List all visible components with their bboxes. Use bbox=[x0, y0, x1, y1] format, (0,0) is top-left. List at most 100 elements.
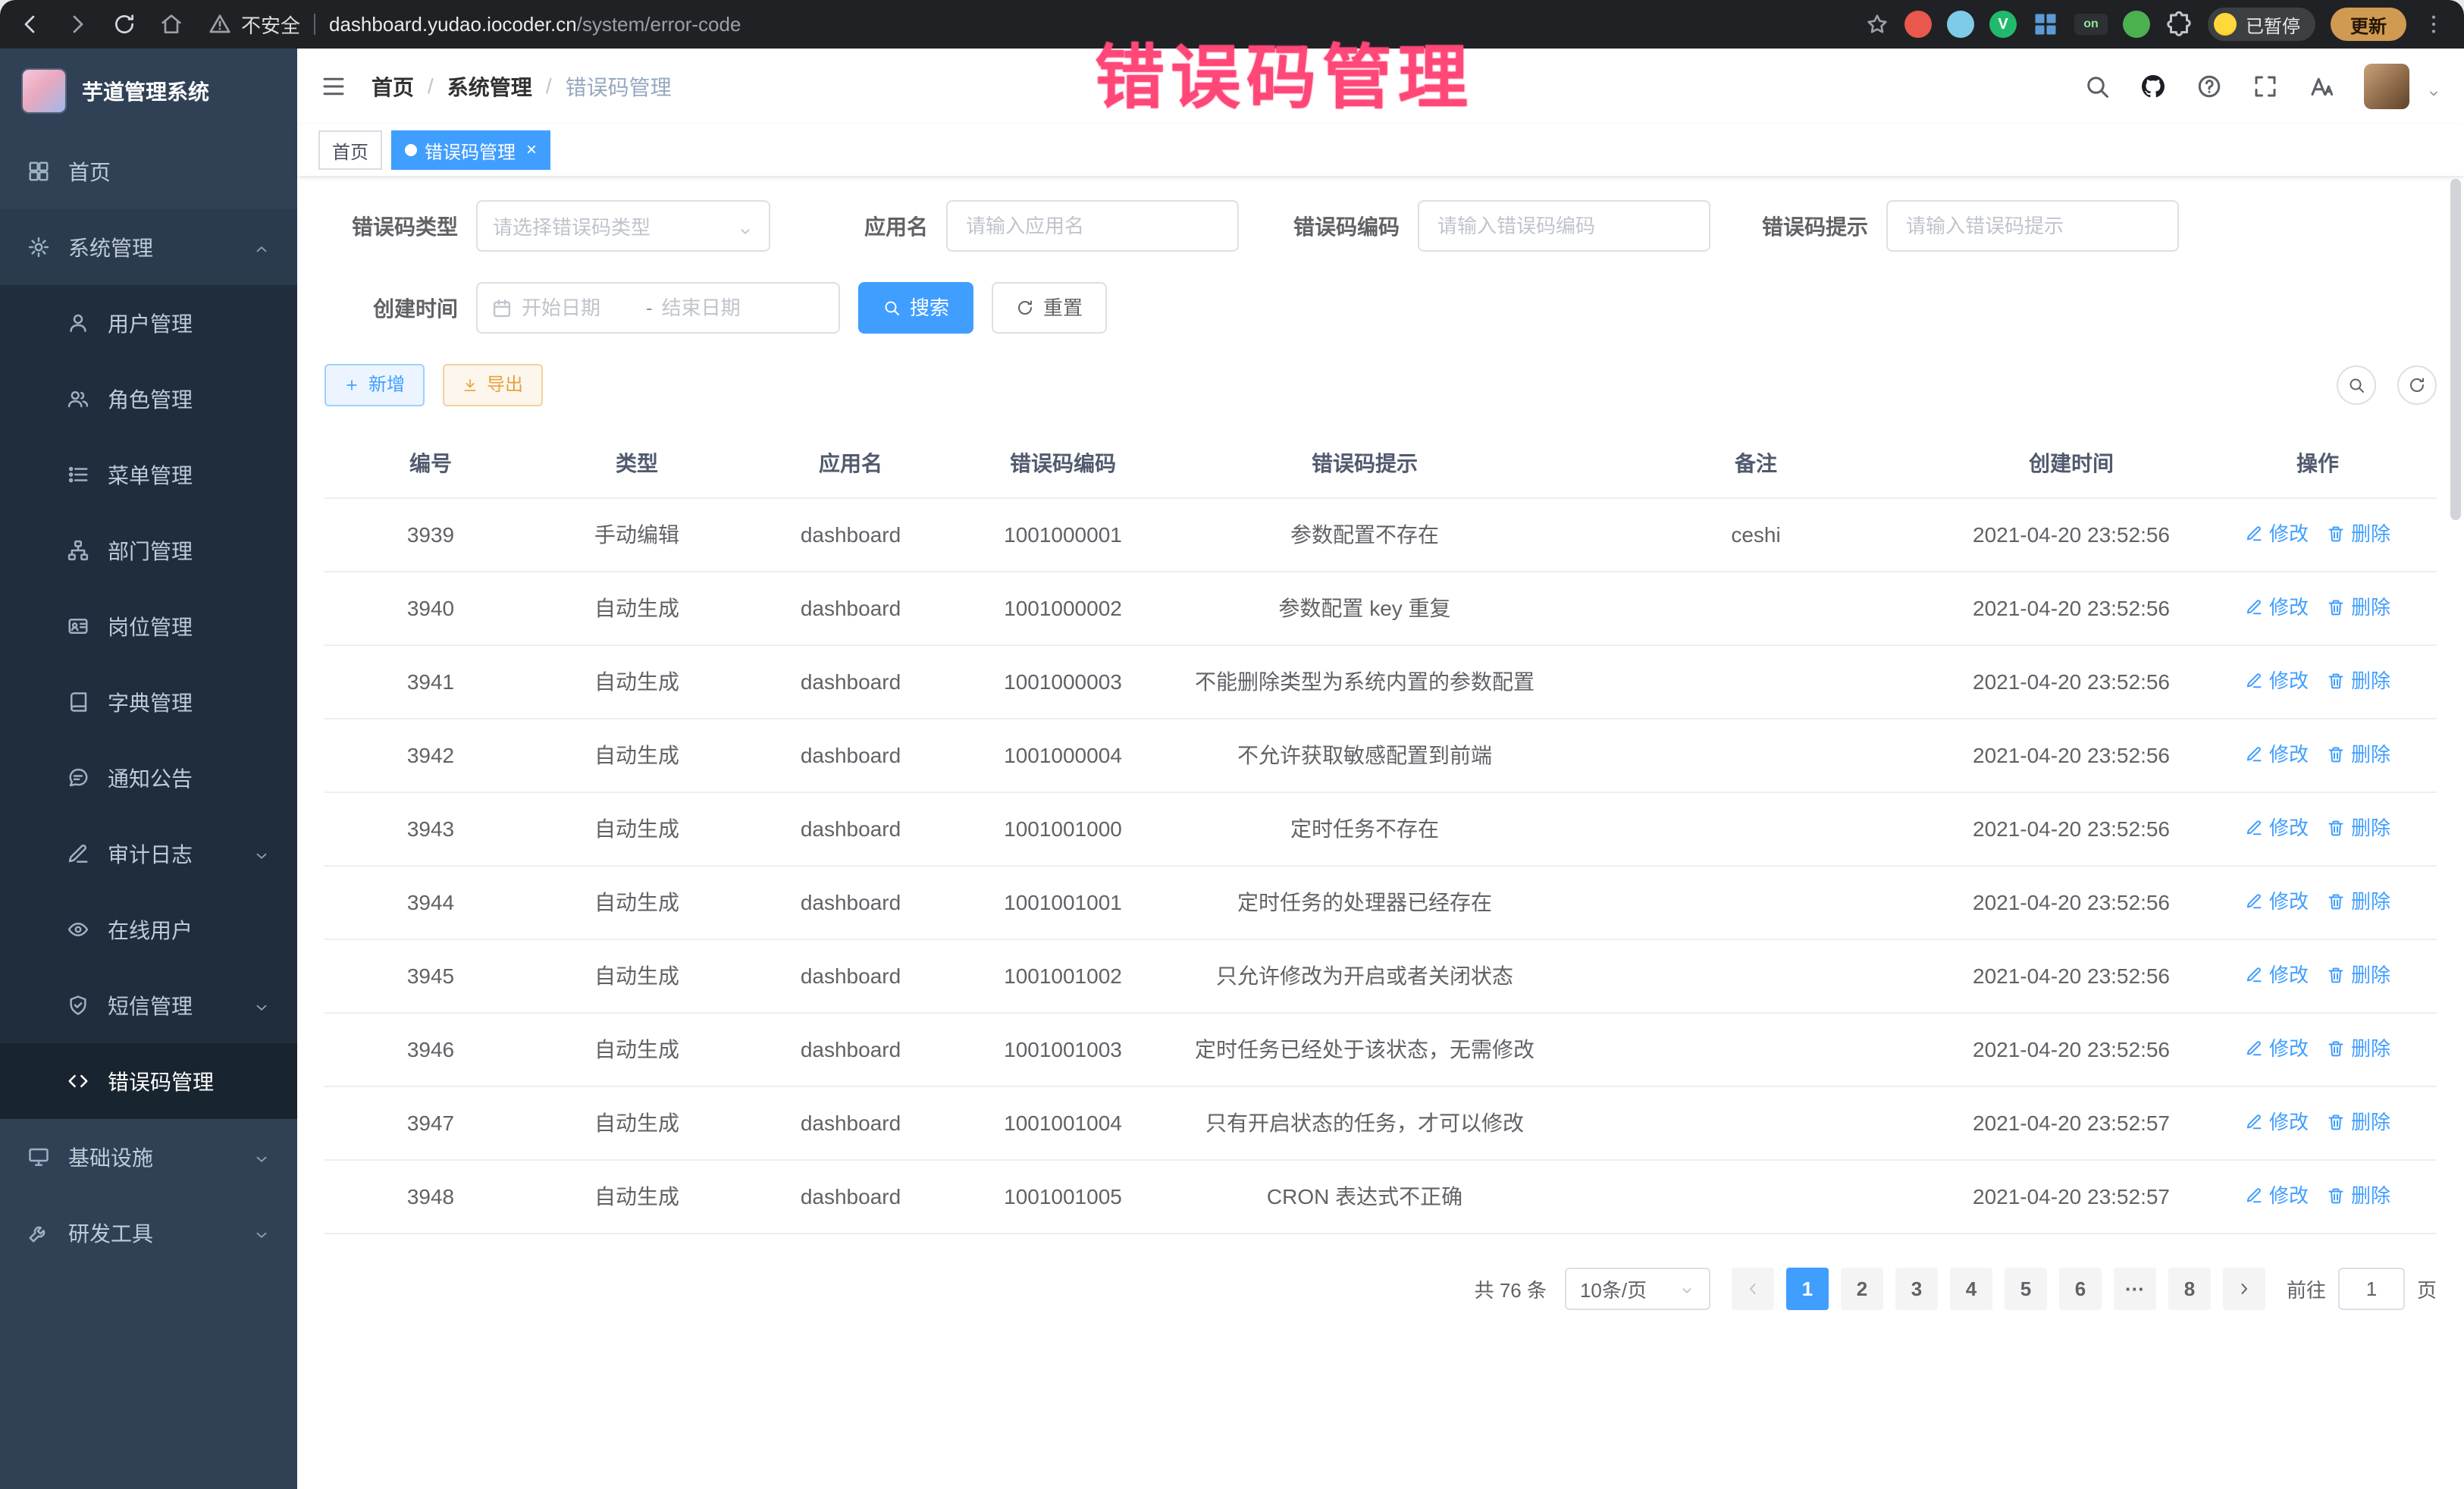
goto-page-input[interactable] bbox=[2338, 1268, 2405, 1310]
address-bar[interactable]: 不安全 dashboard.yudao.iocoder.cn/system/er… bbox=[208, 11, 1865, 39]
breadcrumb-item[interactable]: 首页 bbox=[371, 71, 414, 102]
delete-link[interactable]: 删除 bbox=[2327, 813, 2390, 843]
extension-icon-red[interactable] bbox=[1904, 11, 1932, 38]
page-size-select[interactable]: 10条/页 bbox=[1565, 1268, 1710, 1310]
fullscreen-icon[interactable] bbox=[2252, 73, 2279, 100]
error-hint-input[interactable] bbox=[1886, 200, 2179, 252]
delete-link[interactable]: 删除 bbox=[2327, 886, 2390, 917]
close-icon[interactable]: × bbox=[526, 139, 537, 161]
edit-link[interactable]: 修改 bbox=[2245, 519, 2309, 549]
avatar-caret-icon[interactable] bbox=[2426, 79, 2441, 94]
pagination-page-5[interactable]: 5 bbox=[2005, 1268, 2047, 1310]
edit-link[interactable]: 修改 bbox=[2245, 1033, 2309, 1064]
edit-link[interactable]: 修改 bbox=[2245, 1107, 2309, 1137]
refresh-table-button[interactable] bbox=[2397, 365, 2437, 405]
edit-link[interactable]: 修改 bbox=[2245, 886, 2309, 917]
extension-icon-drop[interactable] bbox=[1947, 11, 1974, 38]
tag-item[interactable]: 首页 bbox=[318, 130, 382, 170]
pagination-page-1[interactable]: 1 bbox=[1786, 1268, 1829, 1310]
error-type-select[interactable]: 请选择错误码类型 bbox=[476, 200, 770, 252]
search-button[interactable]: 搜索 bbox=[858, 282, 973, 334]
sidebar-item-notice[interactable]: 通知公告 bbox=[0, 740, 297, 816]
header-search-icon[interactable] bbox=[2083, 73, 2111, 100]
sidebar-item-home[interactable]: 首页 bbox=[0, 133, 297, 209]
prev-page-button[interactable] bbox=[1732, 1268, 1774, 1310]
hamburger-icon[interactable] bbox=[320, 73, 347, 100]
edit-link[interactable]: 修改 bbox=[2245, 1180, 2309, 1211]
scrollbar-thumb[interactable] bbox=[2450, 179, 2461, 520]
edit-link[interactable]: 修改 bbox=[2245, 960, 2309, 990]
help-icon[interactable] bbox=[2196, 73, 2223, 100]
delete-link[interactable]: 删除 bbox=[2327, 1107, 2390, 1137]
start-date-input[interactable] bbox=[522, 296, 637, 320]
reload-icon[interactable] bbox=[112, 12, 136, 36]
delete-link[interactable]: 删除 bbox=[2327, 960, 2390, 990]
next-page-button[interactable] bbox=[2223, 1268, 2265, 1310]
cell-memo: ceshi bbox=[1568, 498, 1944, 572]
sidebar-item-post[interactable]: 岗位管理 bbox=[0, 588, 297, 664]
extensions-puzzle-icon[interactable] bbox=[2165, 11, 2193, 38]
sidebar-item-infra[interactable]: 基础设施 bbox=[0, 1119, 297, 1195]
delete-link[interactable]: 删除 bbox=[2327, 1033, 2390, 1064]
home-icon[interactable] bbox=[159, 12, 183, 36]
pagination-page-8[interactable]: 8 bbox=[2168, 1268, 2211, 1310]
sidebar-item-dept[interactable]: 部门管理 bbox=[0, 513, 297, 588]
sidebar-item-sms[interactable]: 短信管理 bbox=[0, 967, 297, 1043]
delete-link[interactable]: 删除 bbox=[2327, 739, 2390, 770]
show-search-button[interactable] bbox=[2337, 365, 2376, 405]
edit-link[interactable]: 修改 bbox=[2245, 813, 2309, 843]
back-icon[interactable] bbox=[18, 12, 42, 36]
end-date-input[interactable] bbox=[662, 296, 777, 320]
breadcrumb-item[interactable]: 系统管理 bbox=[447, 71, 532, 102]
pagination-page-3[interactable]: 3 bbox=[1895, 1268, 1938, 1310]
edit-link[interactable]: 修改 bbox=[2245, 666, 2309, 696]
sidebar-item-error-code[interactable]: 错误码管理 bbox=[0, 1043, 297, 1119]
pagination-page-6[interactable]: 6 bbox=[2059, 1268, 2102, 1310]
app-name-input[interactable] bbox=[946, 200, 1239, 252]
add-button[interactable]: 新增 bbox=[324, 364, 425, 406]
sidebar-item-user[interactable]: 用户管理 bbox=[0, 285, 297, 361]
export-button[interactable]: 导出 bbox=[443, 364, 543, 406]
delete-link[interactable]: 删除 bbox=[2327, 1180, 2390, 1211]
font-size-icon[interactable] bbox=[2308, 73, 2335, 100]
extension-icon-leaf[interactable] bbox=[2123, 11, 2150, 38]
github-icon[interactable] bbox=[2140, 73, 2167, 100]
sidebar-item-dev-tools[interactable]: 研发工具 bbox=[0, 1195, 297, 1271]
sidebar-item-dict[interactable]: 字典管理 bbox=[0, 664, 297, 740]
extension-icon-grid[interactable] bbox=[2032, 11, 2059, 38]
gear-icon bbox=[27, 236, 50, 259]
edit-link[interactable]: 修改 bbox=[2245, 592, 2309, 622]
sidebar-item-online-user[interactable]: 在线用户 bbox=[0, 892, 297, 967]
pagination-page-2[interactable]: 2 bbox=[1841, 1268, 1883, 1310]
paused-badge[interactable]: 已暂停 bbox=[2208, 8, 2315, 41]
table-row: 3940自动生成dashboard1001000002参数配置 key 重复20… bbox=[324, 572, 2437, 645]
pagination-page-4[interactable]: 4 bbox=[1950, 1268, 1992, 1310]
sidebar-item-audit-log[interactable]: 审计日志 bbox=[0, 816, 297, 892]
security-indicator[interactable]: 不安全 bbox=[208, 11, 300, 39]
delete-link[interactable]: 删除 bbox=[2327, 666, 2390, 696]
reset-button[interactable]: 重置 bbox=[992, 282, 1107, 334]
delete-link[interactable]: 删除 bbox=[2327, 592, 2390, 622]
sidebar-item-menu[interactable]: 菜单管理 bbox=[0, 437, 297, 513]
delete-link[interactable]: 删除 bbox=[2327, 519, 2390, 549]
update-button[interactable]: 更新 bbox=[2331, 8, 2406, 41]
chevron-down-icon bbox=[737, 218, 754, 234]
breadcrumb-item[interactable]: 错误码管理 bbox=[566, 71, 672, 102]
bookmark-star-icon[interactable] bbox=[1865, 12, 1889, 36]
pagination-more[interactable]: ··· bbox=[2114, 1268, 2156, 1310]
security-label: 不安全 bbox=[241, 11, 300, 39]
tag-active[interactable]: 错误码管理× bbox=[391, 130, 550, 170]
browser-menu-icon[interactable] bbox=[2422, 12, 2446, 36]
extension-icon-green-v[interactable]: V bbox=[1989, 11, 2017, 38]
edit-link[interactable]: 修改 bbox=[2245, 739, 2309, 770]
sidebar-item-system[interactable]: 系统管理 bbox=[0, 209, 297, 285]
create-time-range[interactable]: - bbox=[476, 282, 840, 334]
sidebar-item-role[interactable]: 角色管理 bbox=[0, 361, 297, 437]
forward-icon[interactable] bbox=[65, 12, 89, 36]
breadcrumb-separator: / bbox=[428, 74, 434, 99]
logo[interactable]: 芋道管理系统 bbox=[0, 49, 297, 133]
cell-actions: 修改删除 bbox=[2199, 792, 2437, 866]
user-avatar[interactable] bbox=[2364, 64, 2409, 109]
extension-icon-switch[interactable]: on bbox=[2074, 14, 2108, 35]
error-code-input[interactable] bbox=[1418, 200, 1710, 252]
